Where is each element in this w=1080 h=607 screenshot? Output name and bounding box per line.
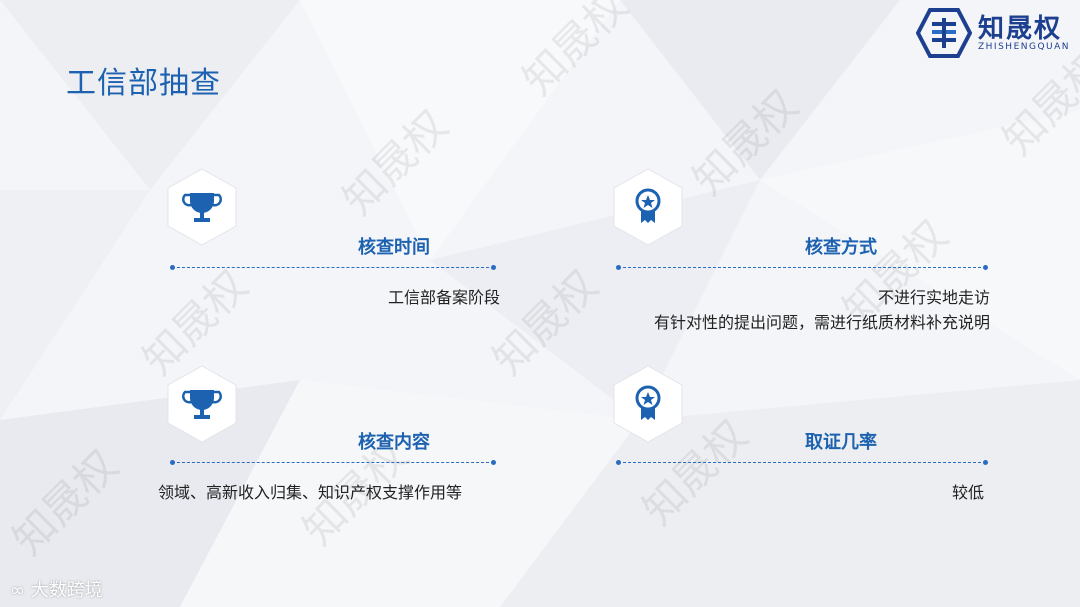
card-icon-badge — [606, 362, 690, 446]
footer-watermark: ∞ 大数跨境 — [10, 576, 103, 602]
divider-line — [616, 265, 988, 270]
card-title: 取证几率 — [805, 432, 877, 453]
card-description: 不进行实地走访 有针对性的提出问题，需进行纸质材料补充说明 — [654, 285, 990, 335]
footer-logo-icon: ∞ — [10, 580, 31, 601]
description-line: 领域、高新收入归集、知识产权支撑作用等 — [158, 483, 463, 502]
logo-subtitle: ZHISHENGQUAN — [978, 42, 1071, 52]
hexagon-badge — [167, 365, 237, 443]
description-line: 工信部备案阶段 — [387, 288, 500, 307]
card-title: 核查时间 — [358, 237, 430, 258]
logo-icon — [916, 8, 972, 58]
card-icon-badge — [606, 165, 690, 249]
footer-text: 大数跨境 — [30, 580, 103, 601]
logo-name: 知晟权 — [978, 14, 1063, 44]
card-title: 核查内容 — [358, 432, 430, 453]
divider-line — [616, 460, 988, 465]
card-description: 领域、高新收入归集、知识产权支撑作用等 — [158, 480, 462, 505]
card-description: 较低 — [952, 480, 984, 505]
hexagon-badge — [613, 168, 683, 246]
hexagon-badge — [167, 168, 237, 246]
divider-line — [170, 460, 496, 465]
description-line: 有针对性的提出问题，需进行纸质材料补充说明 — [653, 313, 990, 332]
page-title: 工信部抽查 — [66, 66, 221, 101]
card-description: 工信部备案阶段 — [388, 285, 500, 310]
hexagon-badge — [613, 365, 683, 443]
description-line: 较低 — [951, 483, 984, 502]
card-icon-badge — [160, 362, 244, 446]
card-title: 核查方式 — [805, 237, 877, 258]
card-icon-badge — [160, 165, 244, 249]
divider-line — [170, 265, 496, 270]
description-line: 不进行实地走访 — [877, 288, 990, 307]
logo: 知晟权 ZHISHENGQUAN — [916, 6, 1076, 60]
